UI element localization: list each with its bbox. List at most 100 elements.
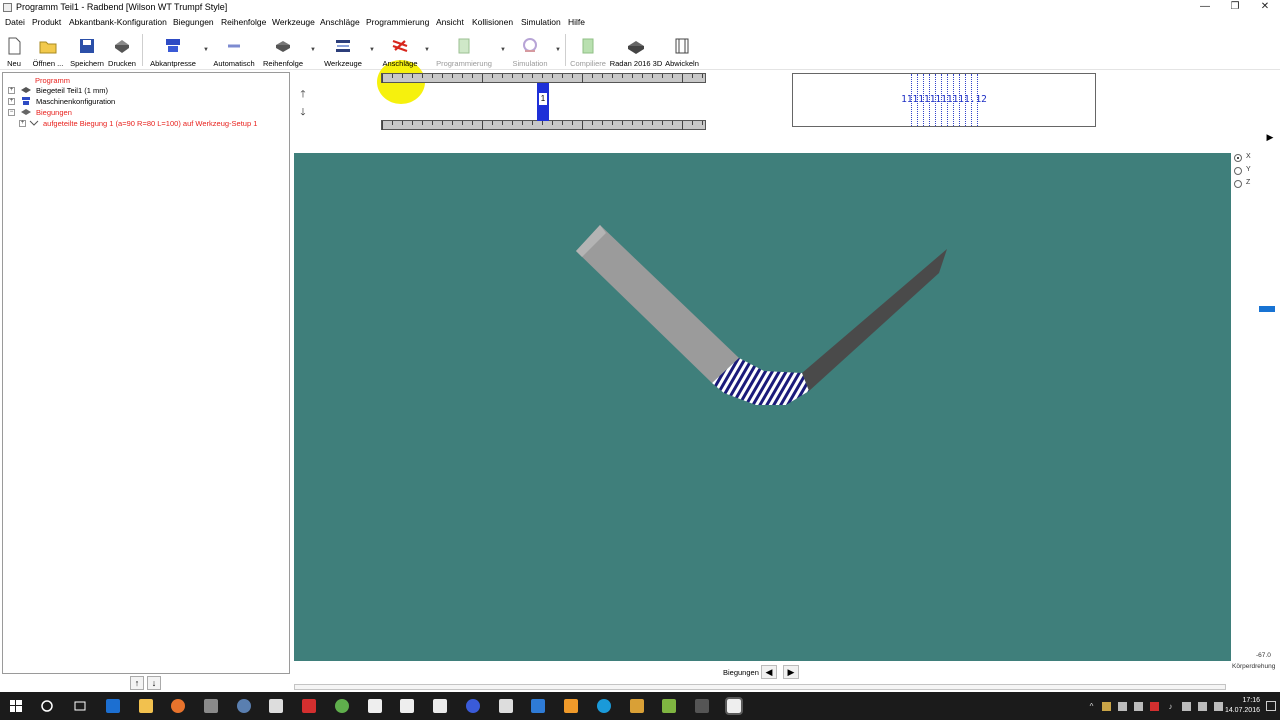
volume-icon[interactable]: ♪: [1166, 702, 1175, 711]
menu-abkantbank-konfiguration[interactable]: Abkantbank-Konfiguration: [69, 17, 167, 27]
tray-icon[interactable]: [1150, 702, 1159, 711]
file-explorer-icon[interactable]: [139, 699, 153, 713]
app-icon[interactable]: [531, 699, 545, 713]
save-button[interactable]: Speichern: [70, 33, 104, 69]
app-icon[interactable]: [302, 699, 316, 713]
backgauge-marker[interactable]: 1: [537, 83, 549, 121]
app-icon[interactable]: [204, 699, 218, 713]
close-button[interactable]: ✕: [1250, 0, 1280, 15]
tray-icon[interactable]: [1134, 702, 1143, 711]
programming-dropdown-icon[interactable]: ▼: [500, 47, 506, 53]
programming-button[interactable]: Programmierung: [432, 33, 496, 69]
rotation-slider-thumb[interactable]: [1259, 306, 1275, 312]
app-icon[interactable]: [400, 699, 414, 713]
compile-button[interactable]: Compiliere: [568, 33, 608, 69]
simulation-dropdown-icon[interactable]: ▼: [555, 47, 561, 53]
menu-programmierung[interactable]: Programmierung: [366, 17, 429, 27]
firefox-icon[interactable]: [171, 699, 185, 713]
network-icon[interactable]: [1182, 702, 1191, 711]
tools-dropdown-icon[interactable]: ▼: [369, 47, 375, 53]
tray-icon[interactable]: [1214, 702, 1223, 711]
menu-kollisionen[interactable]: Kollisionen: [472, 17, 513, 27]
sequence-dropdown-icon[interactable]: ▼: [310, 47, 316, 53]
ruler-tick: [482, 74, 483, 83]
app-icon[interactable]: [466, 699, 480, 713]
stops-button[interactable]: Anschläge: [378, 33, 422, 69]
bottom-ruler: [381, 120, 706, 130]
compile-icon: [582, 38, 594, 54]
skype-icon[interactable]: [597, 699, 611, 713]
search-icon[interactable]: [40, 699, 54, 713]
menu-simulation[interactable]: Simulation: [521, 17, 561, 27]
menu-werkzeuge[interactable]: Werkzeuge: [272, 17, 315, 27]
menu-ansicht[interactable]: Ansicht: [436, 17, 464, 27]
axis-z-label: Z: [1246, 179, 1251, 186]
clock[interactable]: 17:16 14.07.2016: [1225, 696, 1260, 716]
new-button[interactable]: Neu: [2, 33, 26, 69]
expand-icon[interactable]: +: [8, 87, 15, 94]
app-icon[interactable]: [630, 699, 644, 713]
radio-icon[interactable]: [1234, 167, 1242, 175]
app-icon[interactable]: [335, 699, 349, 713]
expand-icon[interactable]: +: [8, 98, 15, 105]
radan3d-button[interactable]: Radan 2016 3D: [609, 33, 663, 69]
move-down-arrow[interactable]: 🡓: [296, 106, 310, 120]
radio-icon[interactable]: [1234, 154, 1242, 162]
ruler-tick: [442, 121, 443, 125]
ruler-tick: [412, 121, 413, 125]
menu-reihenfolge[interactable]: Reihenfolge: [221, 17, 266, 27]
windows-start-icon[interactable]: [9, 699, 23, 713]
network-app-icon[interactable]: [237, 699, 251, 713]
menu-hilfe[interactable]: Hilfe: [568, 17, 585, 27]
stops-dropdown-icon[interactable]: ▼: [424, 47, 430, 53]
menu-datei[interactable]: Datei: [5, 17, 25, 27]
move-up-arrow[interactable]: 🡑: [296, 88, 310, 102]
open-button[interactable]: Öffnen ...: [28, 33, 68, 69]
radio-icon[interactable]: [1234, 180, 1242, 188]
radbend-app-icon[interactable]: [725, 697, 743, 715]
collapse-icon[interactable]: −: [8, 109, 15, 116]
ruler-tick: [682, 121, 683, 130]
ruler-tick: [432, 121, 433, 125]
tray-icon[interactable]: [1118, 702, 1127, 711]
menu-biegungen[interactable]: Biegungen: [173, 17, 214, 27]
tree-move-down-button[interactable]: ↓: [147, 676, 161, 690]
horizontal-scrollbar[interactable]: [294, 684, 1226, 690]
app-icon[interactable]: [269, 699, 283, 713]
program-tree[interactable]: Programm + Biegeteil Teil1 (1 mm) + Masc…: [2, 72, 290, 674]
tray-icon[interactable]: [1102, 702, 1111, 711]
menu-anschlaege[interactable]: Anschläge: [320, 17, 360, 27]
ruler-tick: [662, 74, 663, 78]
tray-chevron-icon[interactable]: ^: [1087, 702, 1096, 711]
next-bend-button[interactable]: ▶: [783, 665, 799, 679]
tree-item-program[interactable]: Programm: [35, 76, 70, 85]
tree-move-up-button[interactable]: ↑: [130, 676, 144, 690]
app-icon[interactable]: [499, 699, 513, 713]
app-icon[interactable]: [433, 699, 447, 713]
expand-icon[interactable]: +: [19, 120, 26, 127]
previous-bend-button[interactable]: ◀: [761, 665, 777, 679]
auto-button[interactable]: Automatisch: [210, 33, 258, 69]
edge-browser-icon[interactable]: [106, 699, 120, 713]
notification-icon[interactable]: [1266, 701, 1276, 711]
maximize-button[interactable]: ❐: [1220, 0, 1250, 15]
outlook-icon[interactable]: [564, 699, 578, 713]
tray-icon[interactable]: [1198, 702, 1207, 711]
minimize-button[interactable]: —: [1190, 0, 1220, 15]
unfold-button[interactable]: Abwickeln: [664, 33, 700, 69]
press-dropdown-icon[interactable]: ▼: [203, 47, 209, 53]
simulation-button[interactable]: Simulation: [508, 33, 552, 69]
app-icon[interactable]: [662, 699, 676, 713]
ruler-tick: [462, 74, 463, 78]
press-button[interactable]: Abkantpresse: [146, 33, 200, 69]
print-button[interactable]: Drucken: [106, 33, 138, 69]
menu-produkt[interactable]: Produkt: [32, 17, 61, 27]
task-view-icon[interactable]: [73, 699, 87, 713]
panel-scroll-right-button[interactable]: ▶: [1262, 131, 1278, 145]
sequence-button[interactable]: Reihenfolge: [260, 33, 306, 69]
tools-button[interactable]: Werkzeuge: [318, 33, 368, 69]
app-icon[interactable]: [695, 699, 709, 713]
3d-viewport[interactable]: [294, 153, 1231, 661]
app-icon[interactable]: [368, 699, 382, 713]
ruler-tick: [702, 121, 703, 125]
